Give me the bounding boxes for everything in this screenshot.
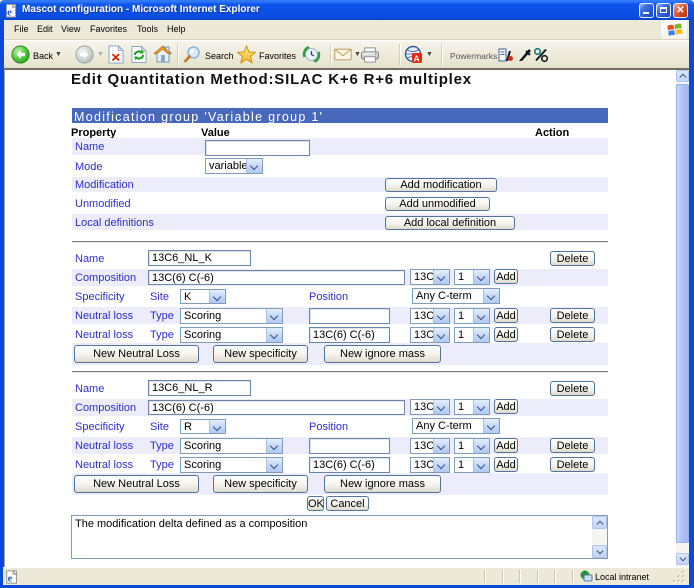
svg-text:e: e	[7, 7, 12, 19]
svg-text:A: A	[414, 54, 420, 64]
svg-text:e: e	[8, 573, 13, 584]
